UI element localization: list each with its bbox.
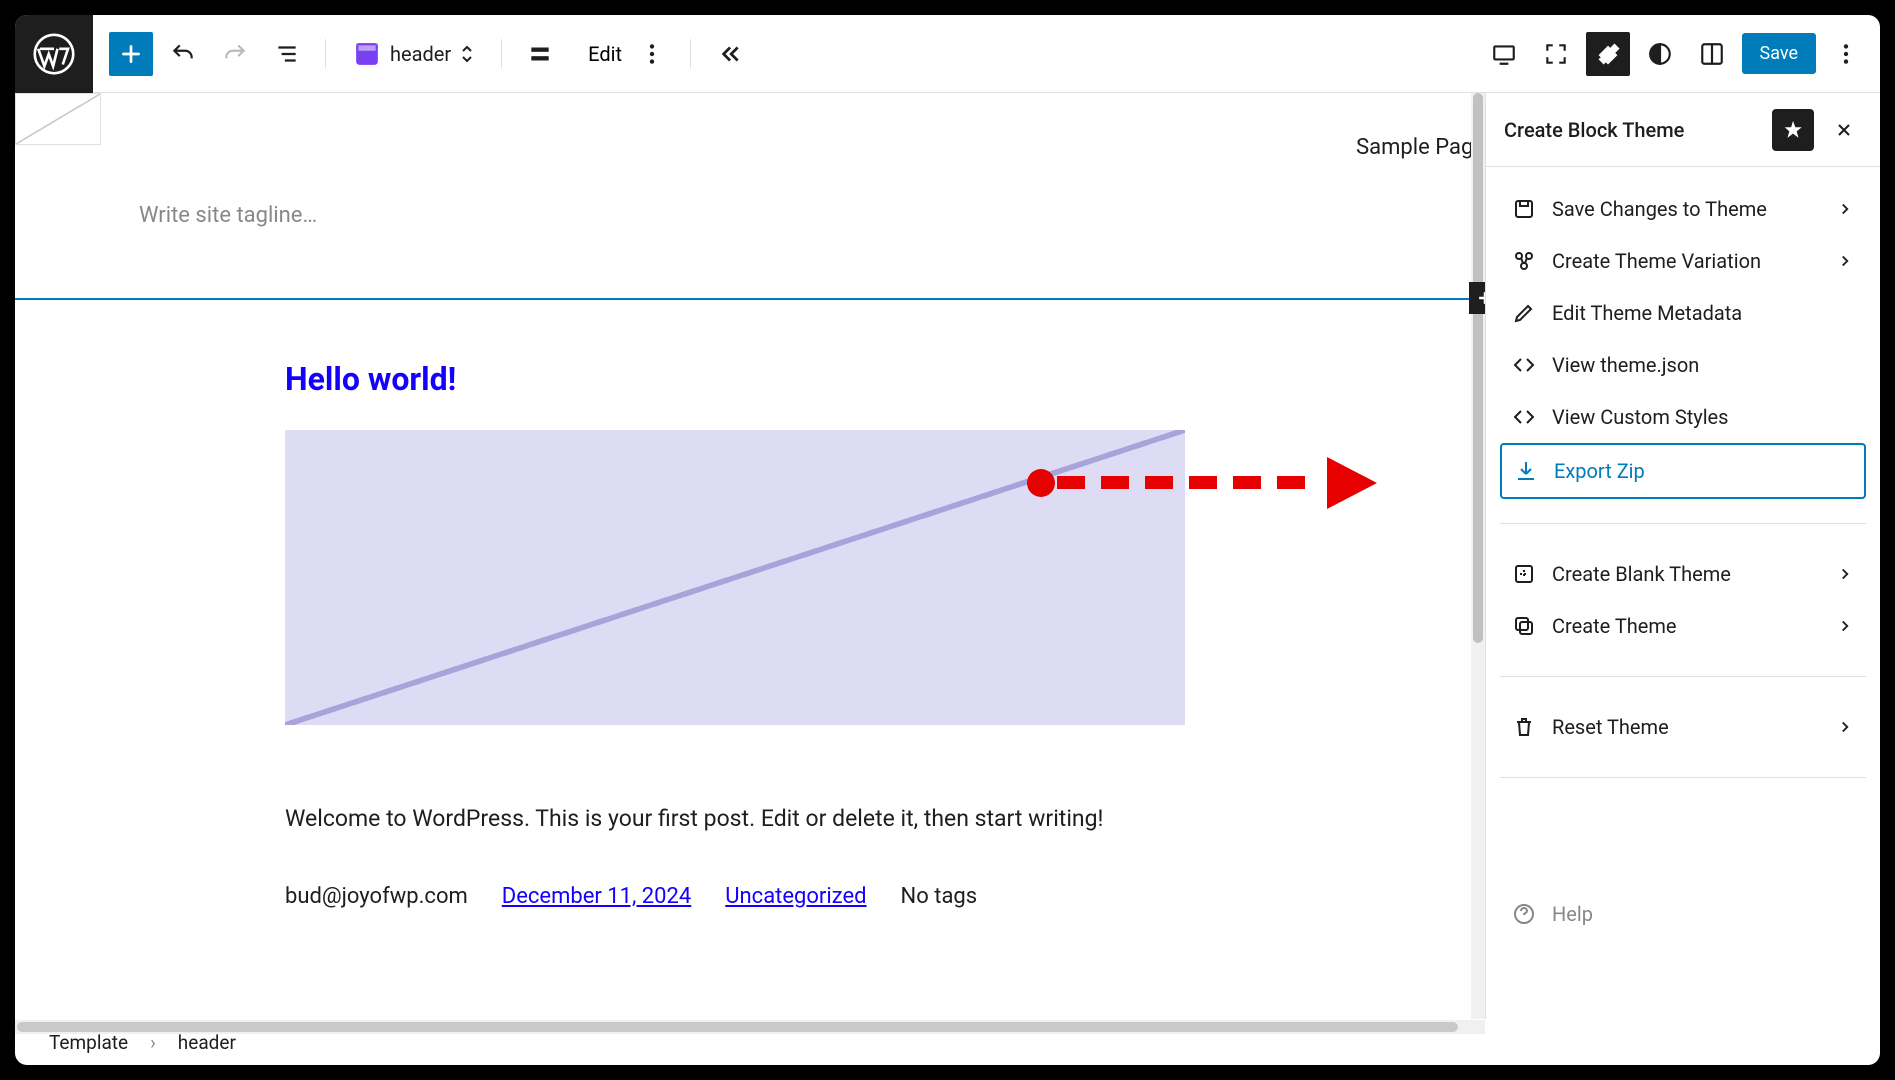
panel-title: Create Block Theme xyxy=(1504,118,1760,142)
header-template-block[interactable]: Write site tagline… Sample Page xyxy=(15,93,1485,300)
editor-canvas[interactable]: Write site tagline… Sample Page Hello wo… xyxy=(15,93,1485,1019)
template-selector[interactable]: header xyxy=(342,32,485,76)
featured-image-placeholder[interactable] xyxy=(285,430,1185,725)
copy-icon xyxy=(1512,614,1536,638)
redo-button[interactable] xyxy=(213,32,257,76)
panel-item-label: Save Changes to Theme xyxy=(1552,197,1820,221)
star-badge-icon[interactable] xyxy=(1772,109,1814,151)
panel-item-label: Reset Theme xyxy=(1552,715,1820,739)
trash-icon xyxy=(1512,715,1536,739)
panel-item-label: Help xyxy=(1552,902,1854,926)
panel-item-label: Edit Theme Metadata xyxy=(1552,301,1854,325)
list-view-button[interactable] xyxy=(265,32,309,76)
edit-label[interactable]: Edit xyxy=(588,42,622,66)
panel-item-reset-theme[interactable]: Reset Theme xyxy=(1500,701,1866,753)
code-icon xyxy=(1512,353,1536,377)
panel-item-label: Export Zip xyxy=(1554,459,1852,483)
block-align-button[interactable] xyxy=(518,32,562,76)
panel-item-create-theme-variation[interactable]: Create Theme Variation xyxy=(1500,235,1866,287)
panel-item-save-changes-to-theme[interactable]: Save Changes to Theme xyxy=(1500,183,1866,235)
post-tags: No tags xyxy=(901,884,978,909)
styles-button[interactable] xyxy=(1638,32,1682,76)
horizontal-scrollbar[interactable] xyxy=(15,1020,1485,1034)
top-toolbar: header Edit xyxy=(15,15,1880,93)
template-name: header xyxy=(390,42,451,66)
panel-body: Save Changes to Theme Create Theme Variat… xyxy=(1486,167,1880,1019)
undo-button[interactable] xyxy=(161,32,205,76)
post-title[interactable]: Hello world! xyxy=(285,360,1215,398)
panel-item-help[interactable]: Help xyxy=(1500,888,1866,940)
download-icon xyxy=(1514,459,1538,483)
more-options-button[interactable] xyxy=(1824,32,1868,76)
chevron-right-icon xyxy=(1836,718,1854,736)
block-options-button[interactable] xyxy=(630,32,674,76)
collapse-toolbar-button[interactable] xyxy=(707,32,751,76)
close-panel-button[interactable] xyxy=(1826,112,1862,148)
wordpress-logo[interactable] xyxy=(15,15,93,93)
panel-item-label: View theme.json xyxy=(1552,353,1854,377)
vertical-scrollbar[interactable] xyxy=(1471,93,1485,1019)
panel-item-label: Create Theme Variation xyxy=(1552,249,1820,273)
chevron-right-icon xyxy=(1836,200,1854,218)
tools-button[interactable] xyxy=(1586,32,1630,76)
divider xyxy=(1500,523,1866,524)
code-icon xyxy=(1512,405,1536,429)
fullscreen-button[interactable] xyxy=(1534,32,1578,76)
add-block-button[interactable] xyxy=(109,32,153,76)
site-logo-placeholder[interactable] xyxy=(15,93,101,145)
panel-item-create-blank-theme[interactable]: Create Blank Theme xyxy=(1500,548,1866,600)
blank-icon xyxy=(1512,562,1536,586)
post-excerpt[interactable]: Welcome to WordPress. This is your first… xyxy=(285,805,1215,832)
post-author: bud@joyofwp.com xyxy=(285,884,468,909)
panel-item-view-custom-styles[interactable]: View Custom Styles xyxy=(1500,391,1866,443)
panel-item-view-theme-json[interactable]: View theme.json xyxy=(1500,339,1866,391)
nav-menu-item[interactable]: Sample Page xyxy=(1356,135,1485,160)
panel-item-label: Create Blank Theme xyxy=(1552,562,1820,586)
post-content: Hello world! Welcome to WordPress. This … xyxy=(15,300,1485,1019)
panel-item-label: Create Theme xyxy=(1552,614,1820,638)
site-tagline-input[interactable]: Write site tagline… xyxy=(139,203,1485,228)
divider xyxy=(325,39,326,69)
panel-header: Create Block Theme xyxy=(1486,93,1880,167)
post-category-link[interactable]: Uncategorized xyxy=(725,884,866,909)
save-disk-icon xyxy=(1512,197,1536,221)
pencil-icon xyxy=(1512,301,1536,325)
chevron-right-icon xyxy=(1836,252,1854,270)
variation-icon xyxy=(1512,249,1536,273)
divider xyxy=(690,39,691,69)
save-button[interactable]: Save xyxy=(1742,33,1817,74)
chevron-right-icon xyxy=(1836,565,1854,583)
append-block-button[interactable] xyxy=(1469,282,1485,314)
panel-item-edit-theme-metadata[interactable]: Edit Theme Metadata xyxy=(1500,287,1866,339)
create-block-theme-panel: Create Block Theme Save Changes to Theme… xyxy=(1485,93,1880,1019)
post-date-link[interactable]: December 11, 2024 xyxy=(502,884,691,909)
divider xyxy=(501,39,502,69)
help-icon xyxy=(1512,902,1536,926)
panel-item-create-theme[interactable]: Create Theme xyxy=(1500,600,1866,652)
post-meta: bud@joyofwp.com December 11, 2024 Uncate… xyxy=(285,884,1215,909)
panel-item-export-zip[interactable]: Export Zip xyxy=(1500,443,1866,499)
panel-item-label: View Custom Styles xyxy=(1552,405,1854,429)
view-button[interactable] xyxy=(1482,32,1526,76)
settings-button[interactable] xyxy=(1690,32,1734,76)
divider xyxy=(1500,676,1866,677)
divider xyxy=(1500,777,1866,778)
chevron-right-icon xyxy=(1836,617,1854,635)
template-stepper[interactable] xyxy=(461,45,473,63)
